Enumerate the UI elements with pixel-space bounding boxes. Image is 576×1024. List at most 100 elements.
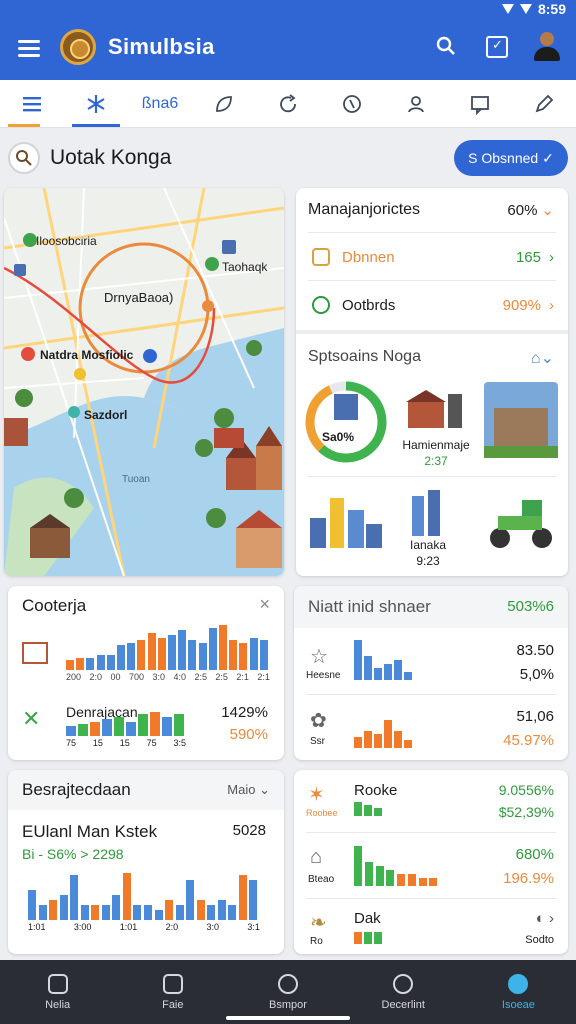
- category-tabs: ßna6: [0, 80, 576, 128]
- cooterja-bars: [66, 620, 270, 670]
- person-icon: [408, 95, 424, 112]
- status-chip-label: S Obsnned ✓: [468, 149, 554, 166]
- compass-icon: [508, 973, 529, 994]
- niatt-value: 503%6: [507, 598, 554, 615]
- rooke-card[interactable]: ✶ Roobee Rooke 9.0556% $52,39% ⌂ Bteao 6…: [294, 770, 568, 954]
- bar: [196, 900, 205, 920]
- tab-menu[interactable]: [0, 80, 64, 127]
- bar: [219, 625, 227, 670]
- app-title: Simulbsia: [108, 34, 215, 59]
- niatt-row2-v2: 45.97%: [503, 732, 554, 749]
- bar: [249, 880, 258, 920]
- info-icon[interactable]: ◐ ›: [536, 910, 554, 927]
- status-bar: 8:59: [501, 0, 566, 18]
- bar: [374, 807, 382, 816]
- cooterja-row2-value: 1429%: [221, 704, 268, 721]
- bar: [364, 932, 372, 944]
- bar: [66, 726, 76, 736]
- cooterja-title: Cooterja: [22, 596, 87, 615]
- bar: [407, 874, 416, 886]
- divider: [308, 476, 556, 477]
- location-search[interactable]: Uotak Konga: [8, 138, 298, 178]
- summary-header[interactable]: Manajanjorictes 60% ⌄: [296, 188, 568, 232]
- tab-edit[interactable]: [512, 80, 576, 127]
- niatt-card[interactable]: Niatt inid shnaer 503%6 ☆ Heesne 83.50 5…: [294, 586, 568, 760]
- nav-home[interactable]: Nelia: [0, 960, 115, 1024]
- map-label-poi3: Natdra Mosfiolic: [40, 348, 134, 362]
- besra-subtitle: EUlanl Man Kstek: [22, 822, 158, 841]
- bar: [174, 714, 184, 736]
- cooterja-axis: 200 2:0 00 700 3:0 4:0 2:5 2:5 2:1 2:1: [66, 672, 270, 682]
- bar: [112, 895, 121, 920]
- tab-chat[interactable]: [448, 80, 512, 127]
- bar: [106, 655, 115, 670]
- tab-label[interactable]: ßna6: [128, 80, 192, 127]
- ring-label: Sa0%: [322, 430, 355, 444]
- calendar-check-icon[interactable]: [486, 36, 508, 58]
- status-chip[interactable]: S Obsnned ✓: [454, 140, 568, 176]
- axis-tick: 3:1: [247, 922, 260, 932]
- museum-icon: [406, 390, 462, 428]
- tab-label-text: ßna6: [141, 94, 179, 112]
- tab-refresh[interactable]: [256, 80, 320, 127]
- besra-filter[interactable]: Maio ⌄: [227, 782, 270, 798]
- bar: [418, 878, 427, 886]
- nav-compass[interactable]: Isoeae: [461, 960, 576, 1024]
- close-icon[interactable]: ×: [259, 594, 270, 615]
- tab-snowflake[interactable]: [64, 80, 128, 127]
- bar: [165, 900, 174, 920]
- nav-home-label: Nelia: [45, 998, 71, 1011]
- cooterja-card[interactable]: Cooterja × 200 2:0 00 700 3:0 4:0 2:5 2:5 2:1 2:1…: [8, 586, 284, 760]
- rooke-row1-v2: $52,39%: [498, 804, 554, 820]
- map-card[interactable]: Iloosobciria Taohaqk DrnyaBaoa) Natdra M…: [4, 188, 284, 576]
- tab-coin[interactable]: [320, 80, 384, 127]
- besra-card[interactable]: Besrajtecdaan Maio ⌄ EUlanl Man Kstek 50…: [8, 770, 284, 954]
- flower-icon: ✿: [310, 710, 327, 732]
- axis-tick: 75: [66, 738, 77, 748]
- niatt-row1-v2: 5,0%: [519, 666, 554, 683]
- castle-image[interactable]: [484, 382, 558, 458]
- user-avatar-icon[interactable]: [534, 32, 560, 62]
- bar: [144, 905, 152, 920]
- house-icon: ⌂: [310, 846, 323, 868]
- axis-tick: 2:5: [194, 672, 207, 682]
- summary-title: Manajanjorictes: [308, 201, 421, 218]
- coin-icon: [343, 94, 361, 113]
- bar: [133, 905, 142, 920]
- bar: [168, 635, 176, 670]
- running-icon: ✕: [22, 706, 41, 731]
- tower-icon: [412, 490, 440, 536]
- axis-tick: 3:0: [206, 922, 220, 932]
- home-indicator: [226, 1016, 350, 1020]
- tab-leaf[interactable]: [192, 80, 256, 127]
- axis-tick: 2:5: [215, 672, 228, 682]
- axis-tick: 700: [128, 672, 144, 682]
- lock-icon[interactable]: ⌂⌄: [531, 348, 554, 368]
- bar: [175, 905, 184, 920]
- chevron-right-icon: ›: [549, 248, 554, 266]
- bar: [147, 632, 156, 670]
- nav-people[interactable]: Decerlint: [346, 960, 461, 1024]
- scooter-icon: [490, 500, 552, 548]
- nav-clock[interactable]: Bsmpor: [230, 960, 345, 1024]
- bar: [259, 640, 268, 670]
- search-icon[interactable]: [436, 36, 456, 56]
- bar: [59, 895, 68, 920]
- nav-square[interactable]: Faie: [115, 960, 230, 1024]
- hamburger-icon[interactable]: [18, 36, 40, 61]
- app-bar: 8:59 Simulbsia: [0, 0, 576, 80]
- niatt-bars-2: [354, 720, 414, 748]
- summary-row-2-value: 909%: [502, 296, 541, 314]
- bar: [157, 637, 166, 670]
- axis-tick: 200: [66, 672, 82, 682]
- summary-row-1[interactable]: Dbnnen 165 ›: [296, 234, 568, 280]
- bar: [384, 720, 392, 748]
- summary-row-2[interactable]: Ootbrds 909% ›: [296, 282, 568, 328]
- bar: [101, 905, 110, 920]
- niatt-row2-label: Ssr: [310, 736, 325, 747]
- bar: [126, 721, 136, 736]
- besra-title: Besrajtecdaan: [22, 780, 131, 799]
- divider: [306, 898, 556, 899]
- wifi-icon: [501, 4, 514, 14]
- tab-person[interactable]: [384, 80, 448, 127]
